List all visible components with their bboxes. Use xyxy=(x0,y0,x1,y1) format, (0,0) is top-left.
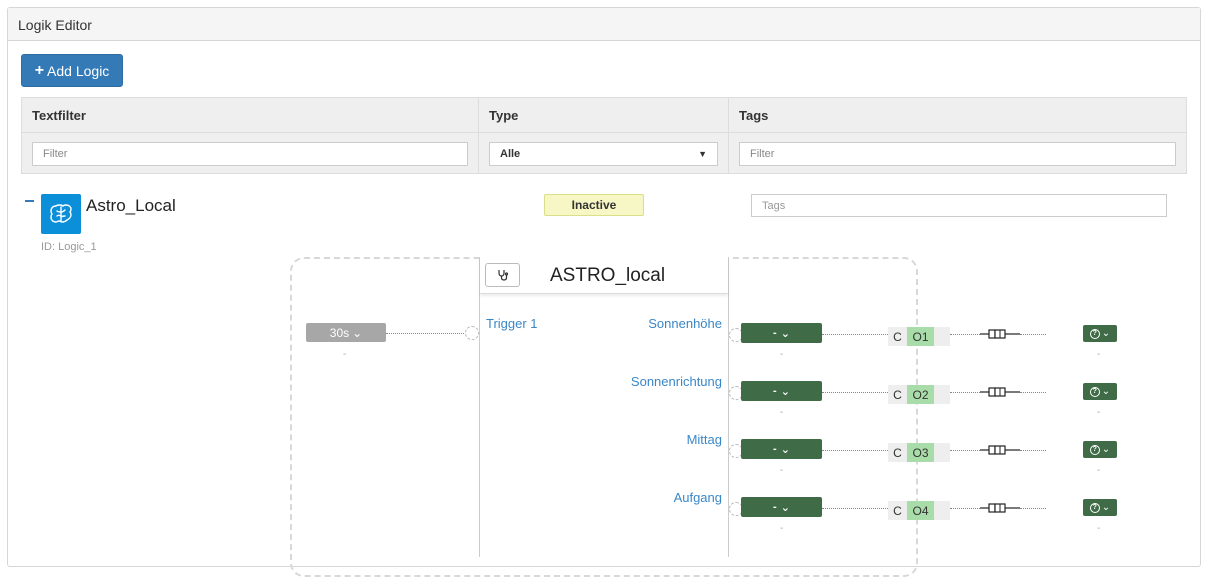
panel-title: Logik Editor xyxy=(8,8,1200,41)
trigger-interval-button[interactable]: 30s ⌄ xyxy=(306,323,386,342)
block-input-label: Trigger 1 xyxy=(486,316,538,331)
connector-icon[interactable] xyxy=(980,386,1020,398)
output-wire xyxy=(822,334,888,335)
channel-c: C xyxy=(888,443,907,462)
logic-id: ID: Logic_1 xyxy=(41,241,97,253)
output-value-button[interactable]: - ⌄ xyxy=(741,381,822,401)
output-value-button[interactable]: - ⌄ xyxy=(741,497,822,517)
textfilter-input[interactable] xyxy=(32,142,468,166)
output-value-button[interactable]: - ⌄ xyxy=(741,323,822,343)
chevron-down-icon: ⌄ xyxy=(780,501,790,514)
chevron-down-icon: ⌄ xyxy=(1101,444,1111,455)
input-port[interactable] xyxy=(465,326,479,340)
output-label: Sonnenrichtung xyxy=(630,374,722,389)
chevron-down-icon: ⌄ xyxy=(780,385,790,398)
output-sub-label: - xyxy=(780,407,784,418)
channel-wire xyxy=(950,392,980,393)
output-sub-label: - xyxy=(780,465,784,476)
channel-box[interactable]: C O4 xyxy=(888,501,950,520)
target-sub-label: - xyxy=(1097,349,1101,360)
chevron-down-icon: ⌄ xyxy=(1101,386,1111,397)
target-wire xyxy=(1020,450,1046,451)
output-value: - xyxy=(773,327,777,339)
output-label: Sonnenhöhe xyxy=(648,316,722,331)
chevron-down-icon: ⌄ xyxy=(780,327,790,340)
channel-wire xyxy=(950,334,980,335)
channel-box[interactable]: C O1 xyxy=(888,327,950,346)
channel-o: O2 xyxy=(907,385,934,404)
question-icon: ? xyxy=(1089,444,1100,455)
type-select-value: Alle xyxy=(500,148,521,160)
chevron-down-icon: ⌄ xyxy=(1101,328,1111,339)
target-sub-label: - xyxy=(1097,407,1101,418)
output-wire xyxy=(822,392,888,393)
output-label: Mittag xyxy=(686,432,722,447)
plus-icon: + xyxy=(34,61,45,79)
output-value: - xyxy=(773,385,777,397)
target-select-button[interactable]: ? ⌄ xyxy=(1083,383,1117,400)
output-wire xyxy=(822,508,888,509)
textfilter-column: Textfilter xyxy=(22,98,479,173)
question-icon: ? xyxy=(1089,502,1100,513)
trigger-interval-value: 30s xyxy=(329,325,350,340)
caret-down-icon: ▼ xyxy=(698,149,707,159)
chevron-down-icon: ⌄ xyxy=(352,325,363,340)
status-badge[interactable]: Inactive xyxy=(544,194,644,216)
channel-box[interactable]: C O3 xyxy=(888,443,950,462)
target-select-button[interactable]: ? ⌄ xyxy=(1083,441,1117,458)
target-select-button[interactable]: ? ⌄ xyxy=(1083,499,1117,516)
channel-wire xyxy=(950,508,980,509)
output-label: Aufgang xyxy=(673,490,722,505)
tags-header: Tags xyxy=(729,98,1187,133)
type-header: Type xyxy=(479,98,728,133)
target-select-button[interactable]: ? ⌄ xyxy=(1083,325,1117,342)
channel-wire xyxy=(950,450,980,451)
logic-tags-input[interactable] xyxy=(751,194,1167,217)
target-wire xyxy=(1020,508,1046,509)
tags-column: Tags xyxy=(729,98,1187,173)
block-header: ASTRO_local xyxy=(480,257,728,294)
question-icon: ? xyxy=(1089,328,1100,339)
trigger-wire xyxy=(386,333,472,334)
textfilter-header: Textfilter xyxy=(22,98,478,133)
channel-c: C xyxy=(888,385,907,404)
add-logic-label: Add Logic xyxy=(47,62,110,79)
target-wire xyxy=(1020,334,1046,335)
logic-block: ASTRO_local Trigger 1 Sonnenhöhe Sonnenr… xyxy=(479,257,729,557)
stethoscope-icon[interactable] xyxy=(485,263,520,287)
collapse-icon[interactable] xyxy=(25,200,34,202)
add-logic-button[interactable]: + Add Logic xyxy=(21,54,123,87)
channel-c: C xyxy=(888,327,907,346)
channel-box[interactable]: C O2 xyxy=(888,385,950,404)
output-value: - xyxy=(773,443,777,455)
filter-table: Textfilter Type Alle ▼ Tags xyxy=(21,97,1187,174)
output-value: - xyxy=(773,501,777,513)
logic-name[interactable]: Astro_Local xyxy=(86,196,176,216)
output-value-button[interactable]: - ⌄ xyxy=(741,439,822,459)
target-wire xyxy=(1020,392,1046,393)
brain-icon xyxy=(41,194,81,234)
output-wire xyxy=(822,450,888,451)
channel-o: O1 xyxy=(907,327,934,346)
target-sub-label: - xyxy=(1097,465,1101,476)
tags-filter-input[interactable] xyxy=(739,142,1176,166)
target-sub-label: - xyxy=(1097,523,1101,534)
channel-o: O4 xyxy=(907,501,934,520)
connector-icon[interactable] xyxy=(980,502,1020,514)
output-sub-label: - xyxy=(780,349,784,360)
connector-icon[interactable] xyxy=(980,328,1020,340)
channel-c: C xyxy=(888,501,907,520)
trigger-sub-label: - xyxy=(343,349,347,360)
output-sub-label: - xyxy=(780,523,784,534)
question-icon: ? xyxy=(1089,386,1100,397)
block-title: ASTRO_local xyxy=(550,265,666,286)
chevron-down-icon: ⌄ xyxy=(780,443,790,456)
chevron-down-icon: ⌄ xyxy=(1101,502,1111,513)
type-column: Type Alle ▼ xyxy=(479,98,729,173)
channel-o: O3 xyxy=(907,443,934,462)
connector-icon[interactable] xyxy=(980,444,1020,456)
type-select[interactable]: Alle ▼ xyxy=(489,142,718,166)
